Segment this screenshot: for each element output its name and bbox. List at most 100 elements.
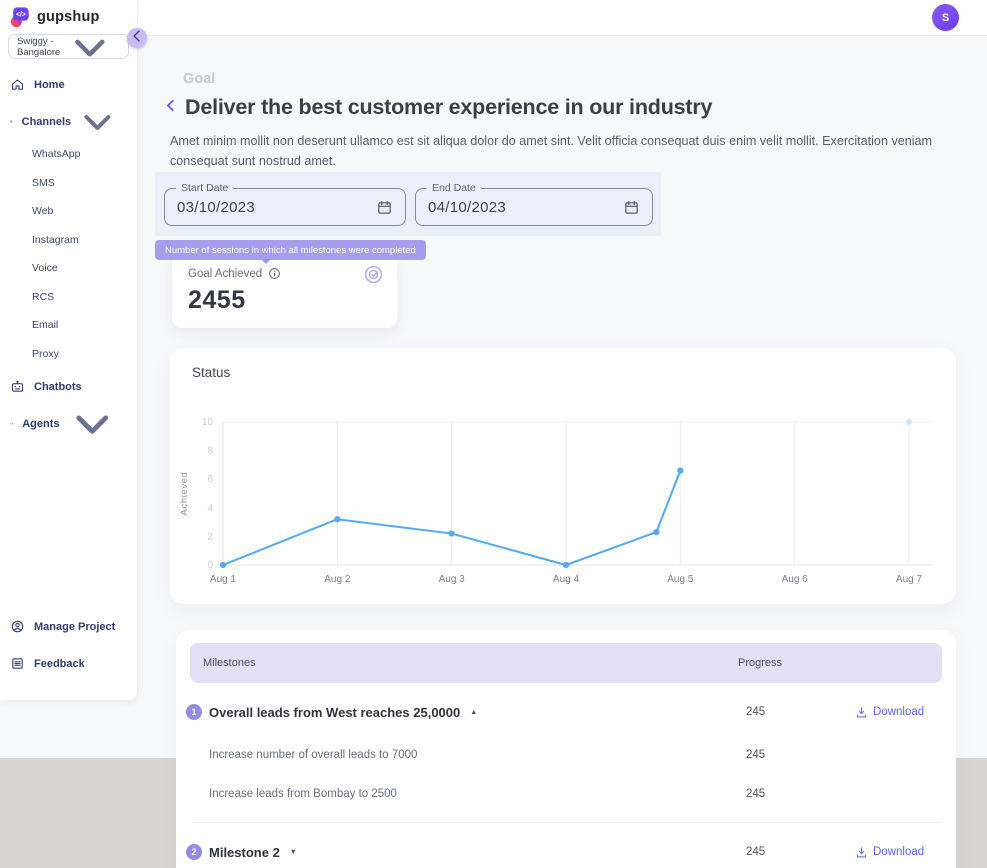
sidebar-collapse-button[interactable] xyxy=(127,28,147,48)
status-chart-card: Status Aug 1 Aug 2 Aug 3 Aug 4 Aug 5 Aug 6 Aug… xyxy=(170,348,956,604)
milestone-title: Overall leads from West reaches 25,0000 xyxy=(209,704,461,720)
goal-achieved-label: Goal Achieved xyxy=(188,267,263,280)
download-label: Download xyxy=(873,846,925,858)
svg-text:2: 2 xyxy=(207,531,213,542)
avatar-initial: S xyxy=(941,11,950,24)
sidebar-subitem-proxy[interactable]: Proxy xyxy=(0,340,137,369)
svg-text:4: 4 xyxy=(207,503,213,514)
expand-caret-icon[interactable]: ▼ xyxy=(290,849,297,856)
milestones-rows: 1 Overall leads from West reaches 25,0000… xyxy=(176,689,956,868)
calendar-icon[interactable] xyxy=(376,199,393,216)
goal-achieved-card: Goal Achieved 2455 xyxy=(172,254,397,328)
svg-text:Aug 5: Aug 5 xyxy=(667,574,694,585)
app-window: S </> gupshup Swiggy - Bangalore Home Cha… xyxy=(0,0,987,868)
chatbots-icon xyxy=(10,379,25,394)
goal-eyebrow: Goal xyxy=(183,71,216,87)
start-date-label: Start Date xyxy=(176,182,234,194)
back-button[interactable] xyxy=(163,99,179,117)
svg-text:10: 10 xyxy=(202,417,214,428)
sidebar-nav: Home Channels WhatsApp SMS Web Instagram Voice… xyxy=(0,66,137,442)
sidebar-item-label: Channels xyxy=(21,115,72,128)
svg-text:Aug 1: Aug 1 xyxy=(210,574,237,585)
svg-text:Aug 2: Aug 2 xyxy=(324,574,351,585)
end-date-field[interactable]: End Date 04/10/2023 xyxy=(415,182,653,226)
sidebar-item-feedback[interactable]: Feedback xyxy=(0,645,137,682)
channels-icon xyxy=(10,114,13,129)
status-line-chart: Aug 1 Aug 2 Aug 3 Aug 4 Aug 5 Aug 6 Aug 7 0 2 4 6 8… xyxy=(179,417,933,585)
chevron-down-icon xyxy=(71,95,124,148)
svg-text:</>: </> xyxy=(16,12,26,19)
svg-text:6: 6 xyxy=(207,474,213,485)
feedback-icon xyxy=(10,656,25,671)
download-button[interactable]: Download xyxy=(848,846,924,859)
svg-text:Aug 7: Aug 7 xyxy=(896,574,923,585)
svg-text:8: 8 xyxy=(207,446,213,457)
date-filter-panel: Start Date 03/10/2023 End Date 04/10/202… xyxy=(155,172,661,236)
download-icon xyxy=(855,846,868,859)
milestone-progress: 245 xyxy=(746,846,766,858)
download-label: Download xyxy=(873,706,925,718)
sidebar-subitem-web[interactable]: Web xyxy=(0,197,137,226)
chevron-down-icon xyxy=(60,17,120,77)
milestones-table-header: Milestones Progress xyxy=(190,643,942,683)
download-icon xyxy=(855,706,868,719)
svg-text:Aug 4: Aug 4 xyxy=(553,574,580,585)
milestone-index-badge: 2 xyxy=(186,844,202,860)
user-avatar[interactable]: S xyxy=(932,4,959,31)
collapse-caret-icon[interactable]: ▲ xyxy=(470,709,477,716)
milestone-subrow[interactable]: Increase number of overall leads to 7000… xyxy=(186,735,942,774)
calendar-icon[interactable] xyxy=(623,199,640,216)
sidebar-item-manage-project[interactable]: Manage Project xyxy=(0,608,137,645)
sidebar: </> gupshup Swiggy - Bangalore Home Chann… xyxy=(0,0,138,700)
svg-text:Achieved: Achieved xyxy=(179,472,190,516)
svg-text:Aug 6: Aug 6 xyxy=(782,574,809,585)
sidebar-subitem-sms[interactable]: SMS xyxy=(0,169,137,198)
goal-description: Amet minim mollit non deserunt ullamco e… xyxy=(170,134,933,169)
info-tooltip: Number of sessions in which all mileston… xyxy=(155,240,426,264)
svg-text:Aug 3: Aug 3 xyxy=(439,574,466,585)
sidebar-subitem-rcs[interactable]: RCS xyxy=(0,283,137,312)
end-date-value: 04/10/2023 xyxy=(428,198,507,216)
start-date-field[interactable]: Start Date 03/10/2023 xyxy=(164,182,406,226)
goal-achieved-value: 2455 xyxy=(188,286,246,314)
milestone-index-badge: 1 xyxy=(186,704,202,720)
milestone-row[interactable]: 2 Milestone 2 ▼ 245 Download xyxy=(186,829,942,868)
milestones-card: Milestones Progress 1 Overall leads from … xyxy=(176,630,956,868)
sidebar-item-label: Home xyxy=(34,78,65,91)
milestone-row[interactable]: 1 Overall leads from West reaches 25,0000… xyxy=(186,689,942,735)
home-icon xyxy=(10,77,25,92)
milestone-subrow-progress: 245 xyxy=(746,787,766,800)
sidebar-item-agents[interactable]: Agents xyxy=(0,405,137,442)
sidebar-item-label: Feedback xyxy=(34,657,85,670)
sidebar-footer: Manage Project Feedback xyxy=(0,608,137,682)
sidebar-subitem-email[interactable]: Email xyxy=(0,311,137,340)
milestone-title: Milestone 2 xyxy=(209,844,280,860)
chevron-left-icon xyxy=(127,26,147,51)
start-date-value: 03/10/2023 xyxy=(177,198,256,216)
gupshup-logo-icon: </> xyxy=(9,6,31,28)
info-icon[interactable] xyxy=(268,267,281,280)
page-title: Deliver the best customer experience in … xyxy=(185,95,713,119)
progress-column-header: Progress xyxy=(738,657,783,669)
milestone-subrow[interactable]: Increase leads from Bombay to 2500 245 xyxy=(186,774,942,813)
agents-icon xyxy=(10,416,13,431)
milestone-progress: 245 xyxy=(746,706,766,718)
row-divider xyxy=(192,822,942,823)
chevron-left-icon xyxy=(163,97,178,119)
sidebar-subitem-voice[interactable]: Voice xyxy=(0,254,137,283)
target-icon xyxy=(363,264,384,285)
sidebar-subitem-instagram[interactable]: Instagram xyxy=(0,226,137,255)
project-selector[interactable]: Swiggy - Bangalore xyxy=(8,34,129,59)
topbar: S xyxy=(0,0,987,36)
chevron-down-icon xyxy=(60,391,125,456)
sidebar-item-channels[interactable]: Channels xyxy=(0,103,137,140)
milestone-subrow-title: Increase number of overall leads to 7000 xyxy=(209,748,418,761)
svg-text:0: 0 xyxy=(207,560,213,571)
download-button[interactable]: Download xyxy=(848,706,924,719)
milestones-column-header: Milestones xyxy=(203,657,256,669)
sidebar-item-label: Agents xyxy=(22,417,60,430)
manage-project-icon xyxy=(10,619,25,634)
sidebar-item-label: Manage Project xyxy=(34,620,116,633)
end-date-label: End Date xyxy=(427,182,481,194)
milestone-subrow-title: Increase leads from Bombay to 2500 xyxy=(209,787,397,800)
